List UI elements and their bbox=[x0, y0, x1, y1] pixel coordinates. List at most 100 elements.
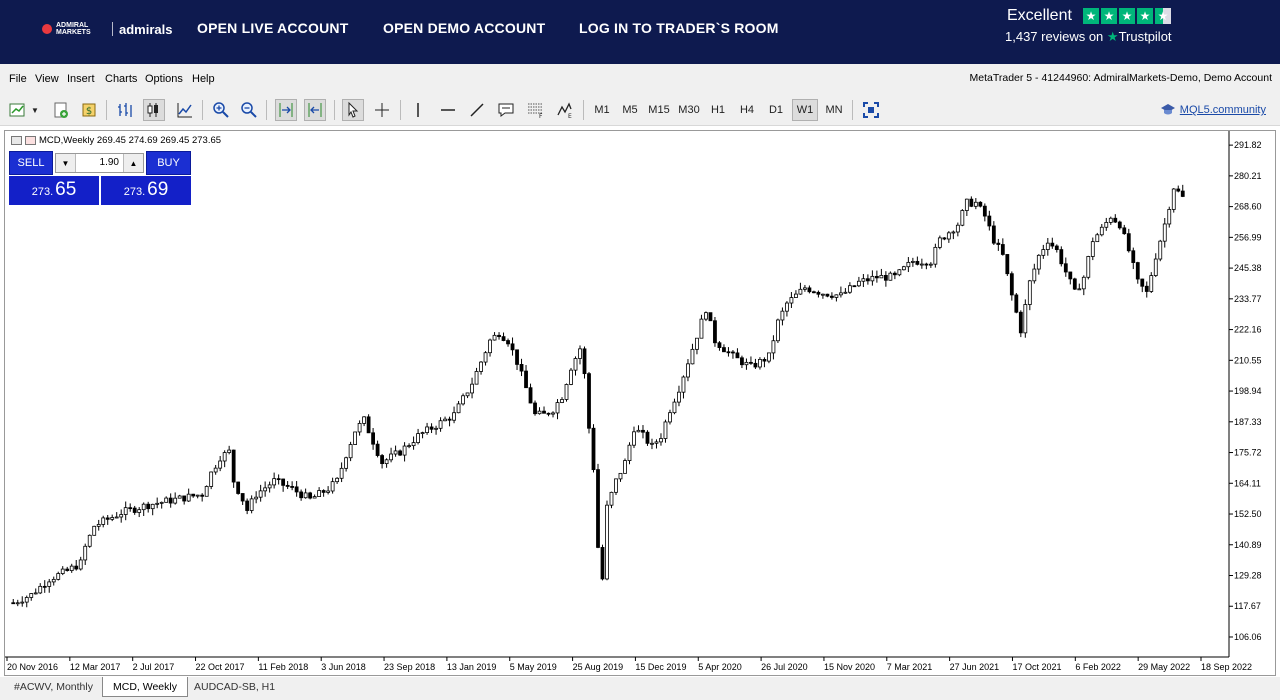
elliott-wave-icon[interactable]: E bbox=[554, 99, 576, 121]
algo-trading-icon[interactable]: $ bbox=[79, 99, 101, 121]
trustpilot-widget[interactable]: Excellent ★ ★ ★ ★ ★ 1,437 reviews on ★Tr… bbox=[1005, 6, 1180, 56]
timeframe-mn[interactable]: MN bbox=[821, 99, 847, 121]
timeframe-h1[interactable]: H1 bbox=[705, 99, 731, 121]
menu-help[interactable]: Help bbox=[192, 73, 215, 85]
fullscreen-icon[interactable] bbox=[860, 99, 882, 121]
horizontal-line-icon[interactable] bbox=[437, 99, 459, 121]
timeframe-m5[interactable]: M5 bbox=[617, 99, 643, 121]
tab-mcd-weekly[interactable]: MCD, Weekly bbox=[102, 677, 188, 697]
bull-candle bbox=[573, 358, 578, 371]
x-tick-label: 27 Jun 2021 bbox=[950, 662, 1000, 672]
bar-chart-icon[interactable] bbox=[114, 99, 136, 121]
bull-candle bbox=[312, 496, 317, 499]
bull-candle bbox=[1171, 188, 1176, 210]
chart-shift-icon[interactable] bbox=[304, 99, 326, 121]
bear-candle bbox=[807, 287, 812, 293]
bull-candle bbox=[474, 371, 479, 385]
open-live-account-link[interactable]: OPEN LIVE ACCOUNT bbox=[197, 20, 348, 36]
new-chart-icon[interactable] bbox=[7, 99, 29, 121]
sell-price[interactable]: 273. 65 bbox=[9, 176, 99, 205]
broker-header: ADMIRAL MARKETS admirals OPEN LIVE ACCOU… bbox=[0, 0, 1280, 64]
volume-field[interactable]: ▼ 1.90 ▲ bbox=[55, 153, 144, 173]
x-tick-label: 18 Sep 2022 bbox=[1201, 662, 1252, 672]
vertical-line-icon[interactable] bbox=[407, 99, 429, 121]
zoom-out-icon[interactable] bbox=[238, 99, 260, 121]
bear-candle bbox=[1180, 190, 1185, 197]
chart-window[interactable]: 291.82 280.21 268.60 256.99 245.38 233.77 222.… bbox=[4, 130, 1276, 676]
tab-audcad-h1[interactable]: AUDCAD-SB, H1 bbox=[184, 677, 285, 697]
bull-candle bbox=[623, 460, 627, 474]
line-chart-icon[interactable] bbox=[174, 99, 196, 121]
new-chart-dropdown-icon[interactable]: ▼ bbox=[30, 99, 40, 121]
auto-scroll-icon[interactable] bbox=[275, 99, 297, 121]
timeframe-m1[interactable]: M1 bbox=[589, 99, 615, 121]
timeframe-w1[interactable]: W1 bbox=[792, 99, 818, 121]
text-label-icon[interactable] bbox=[495, 99, 517, 121]
toolbar-separator bbox=[852, 100, 853, 120]
bear-candle bbox=[294, 486, 299, 493]
timeframe-d1[interactable]: D1 bbox=[763, 99, 789, 121]
buy-price[interactable]: 273. 69 bbox=[101, 176, 191, 205]
mql5-community-link[interactable]: MQL5.community bbox=[1160, 103, 1266, 117]
bull-candle bbox=[560, 399, 564, 403]
traders-room-login-link[interactable]: LOG IN TO TRADER`S ROOM bbox=[579, 20, 779, 36]
timeframe-m30[interactable]: M30 bbox=[676, 99, 702, 121]
bear-candle bbox=[1117, 221, 1122, 229]
bear-candle bbox=[816, 291, 821, 295]
y-tick-label: 268.60 bbox=[1234, 202, 1262, 212]
zoom-in-icon[interactable] bbox=[210, 99, 232, 121]
timeframe-m15[interactable]: M15 bbox=[646, 99, 672, 121]
star-icon: ★ bbox=[1137, 8, 1153, 24]
new-order-icon[interactable] bbox=[50, 99, 72, 121]
bear-candle bbox=[366, 416, 371, 434]
bull-candle bbox=[681, 376, 686, 393]
bull-candle bbox=[227, 449, 232, 453]
bear-candle bbox=[281, 478, 286, 486]
bear-candle bbox=[582, 348, 587, 375]
bull-candle bbox=[1104, 222, 1109, 228]
bull-candle bbox=[1095, 234, 1100, 243]
bull-candle bbox=[888, 272, 893, 281]
bear-candle bbox=[735, 352, 740, 359]
tab-acwv-monthly[interactable]: #ACWV, Monthly bbox=[4, 677, 103, 697]
y-tick-label: 245.38 bbox=[1234, 263, 1262, 273]
bull-candle bbox=[838, 292, 843, 296]
toolbar-separator bbox=[334, 100, 335, 120]
volume-decrease-icon[interactable]: ▼ bbox=[56, 154, 76, 172]
sell-button[interactable]: SELL bbox=[9, 151, 53, 175]
admirals-logo[interactable]: ADMIRAL MARKETS admirals bbox=[42, 18, 172, 40]
menu-file[interactable]: File bbox=[9, 73, 27, 85]
candlestick-chart-icon[interactable] bbox=[143, 99, 165, 121]
bear-candle bbox=[874, 275, 879, 279]
menu-charts[interactable]: Charts bbox=[105, 73, 137, 85]
volume-value[interactable]: 1.90 bbox=[80, 157, 119, 168]
bull-candle bbox=[919, 263, 924, 266]
bear-candle bbox=[533, 402, 537, 415]
menu-options[interactable]: Options bbox=[145, 73, 183, 85]
bull-candle bbox=[1149, 275, 1154, 292]
timeframe-h4[interactable]: H4 bbox=[734, 99, 760, 121]
bull-candle bbox=[870, 275, 875, 282]
bull-candle bbox=[1077, 288, 1082, 291]
price-chart[interactable]: 291.82 280.21 268.60 256.99 245.38 233.77 222.… bbox=[5, 131, 1277, 677]
bull-candle bbox=[798, 288, 803, 295]
half-star-icon: ★ bbox=[1155, 8, 1171, 24]
crosshair-icon[interactable] bbox=[371, 99, 393, 121]
bull-candle bbox=[101, 517, 106, 525]
bull-candle bbox=[614, 478, 618, 493]
buy-button[interactable]: BUY bbox=[146, 151, 191, 175]
fibonacci-icon[interactable]: F bbox=[524, 99, 546, 121]
chart-window-icon bbox=[11, 136, 22, 145]
menu-insert[interactable]: Insert bbox=[67, 73, 95, 85]
bull-candle bbox=[654, 441, 659, 444]
bull-candle bbox=[1036, 254, 1041, 270]
volume-increase-icon[interactable]: ▲ bbox=[123, 154, 143, 172]
bull-candle bbox=[159, 501, 164, 504]
x-tick-label: 26 Jul 2020 bbox=[761, 662, 808, 672]
open-demo-account-link[interactable]: OPEN DEMO ACCOUNT bbox=[383, 20, 545, 36]
cursor-icon[interactable] bbox=[342, 99, 364, 121]
bull-candle bbox=[195, 494, 200, 497]
bull-candle bbox=[150, 503, 155, 510]
trend-line-icon[interactable] bbox=[466, 99, 488, 121]
menu-view[interactable]: View bbox=[35, 73, 59, 85]
